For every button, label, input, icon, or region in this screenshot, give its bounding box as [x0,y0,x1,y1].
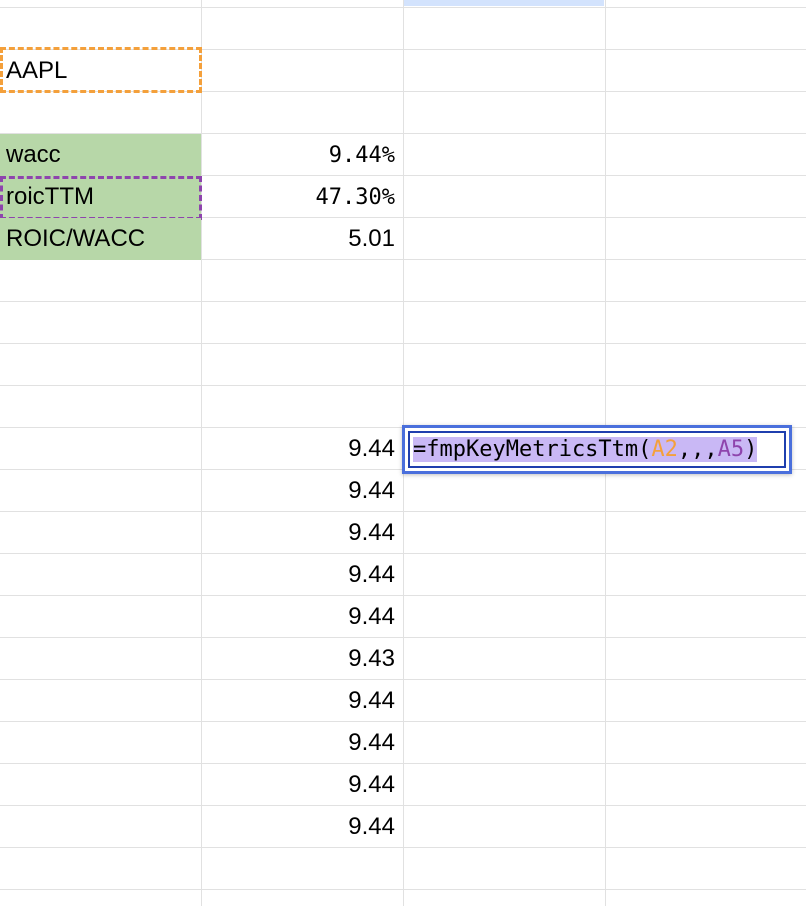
cell-b-value[interactable]: 9.44 [202,680,403,722]
cell-b-value[interactable]: 9.44 [202,722,403,764]
active-cell-formula-editor[interactable]: =fmpKeyMetricsTtm(A2,,,A5) [402,425,792,474]
formula-input[interactable]: =fmpKeyMetricsTtm(A2,,,A5) [408,431,786,468]
cell-b-value[interactable]: 9.44 [202,764,403,806]
gridline-horizontal [0,889,806,890]
formula-function: =fmpKeyMetricsTtm( [413,437,652,462]
formula-close-paren: ) [744,437,758,462]
cell-b-value[interactable]: 9.44 [202,806,403,848]
gridline-horizontal [0,763,806,764]
formula-ref-a5: A5 [717,437,745,462]
gridline-horizontal [0,511,806,512]
gridline-horizontal [0,385,806,386]
gridline-horizontal [0,679,806,680]
gridline-horizontal [0,805,806,806]
gridline-horizontal [0,847,806,848]
cell-b5-roic-value[interactable]: 47.30% [202,176,403,218]
cell-b6-ratio-value[interactable]: 5.01 [202,218,403,260]
cell-a4-wacc-label[interactable]: wacc [0,134,201,176]
cell-b-value[interactable]: 9.44 [202,470,403,512]
gridline-horizontal [0,595,806,596]
gridline-horizontal [0,343,806,344]
column-header-highlight [404,0,604,6]
gridline-horizontal [0,7,806,8]
spreadsheet-grid[interactable]: AAPL wacc 9.44% roicTTM 47.30% ROIC/WACC… [0,0,806,906]
gridline-horizontal [0,553,806,554]
cell-b-value[interactable]: 9.44 [202,428,403,470]
formula-text: =fmpKeyMetricsTtm(A2,,,A5) [413,437,758,462]
cell-b-value[interactable]: 9.44 [202,512,403,554]
cell-a2-ticker[interactable]: AAPL [0,50,201,92]
formula-separators: ,,, [677,437,718,462]
cell-a5-roic-label[interactable]: roicTTM [0,176,201,218]
cell-b-value[interactable]: 9.44 [202,554,403,596]
cell-b-value[interactable]: 9.44 [202,596,403,638]
gridline-horizontal [0,301,806,302]
cell-b4-wacc-value[interactable]: 9.44% [202,134,403,176]
cell-a6-ratio-label[interactable]: ROIC/WACC [0,218,201,260]
gridline-horizontal [0,721,806,722]
gridline-horizontal [0,637,806,638]
formula-ref-a2: A2 [651,437,678,462]
cell-b-value[interactable]: 9.43 [202,638,403,680]
